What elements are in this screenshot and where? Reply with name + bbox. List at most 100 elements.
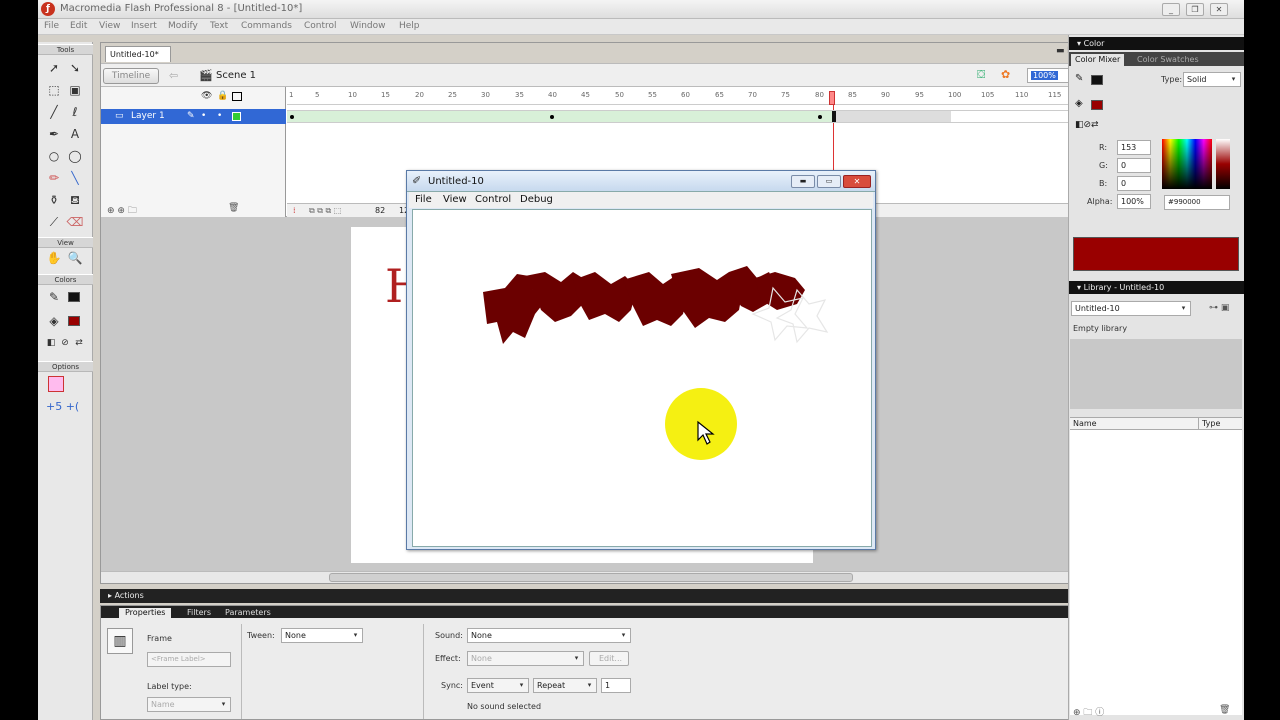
fill-type-select[interactable]: Solid ▾ (1183, 72, 1241, 87)
fill-color-swatch[interactable] (68, 316, 80, 326)
smooth-straighten-icon[interactable]: +5 +( (46, 400, 79, 413)
stroke-color-icon[interactable]: ✎ (45, 288, 63, 306)
layer-outline-swatch[interactable] (232, 112, 241, 121)
player-close-button[interactable]: ✕ (843, 175, 871, 188)
tab-color-swatches[interactable]: Color Swatches (1137, 55, 1199, 64)
lasso-tool-icon[interactable]: ℓ (66, 103, 84, 121)
minimize-button[interactable]: _ (1162, 3, 1180, 16)
subselect-tool-icon[interactable]: ➘ (66, 59, 84, 77)
effect-select[interactable]: None ▾ (467, 651, 584, 666)
tab-color-mixer[interactable]: Color Mixer (1071, 54, 1125, 66)
edit-scene-icon[interactable]: ⛋ (977, 68, 985, 82)
b-input[interactable]: 0 (1117, 176, 1151, 191)
fill-color-icon[interactable]: ◈ (45, 312, 63, 330)
ink-bottle-tool-icon[interactable]: ⚱ (45, 191, 63, 209)
restore-button[interactable]: ❐ (1186, 3, 1204, 16)
text-tool-icon[interactable]: A (66, 125, 84, 143)
library-pin-icon[interactable]: ⊶ ▣ (1209, 303, 1229, 313)
menu-view[interactable]: View (99, 21, 120, 31)
library-trash-icon[interactable]: 🗑 (1219, 705, 1230, 715)
eye-icon[interactable]: 👁 (201, 91, 212, 101)
fill-transform-tool-icon[interactable]: ▣ (66, 81, 84, 99)
oval-tool-icon[interactable]: ○ (45, 147, 63, 165)
player-menu-control[interactable]: Control (475, 194, 511, 205)
sync-select[interactable]: Event ▾ (467, 678, 529, 693)
center-frame-icon[interactable]: ⁞ (293, 206, 296, 215)
layer-row[interactable]: ▭ Layer 1 ✎ • • (101, 109, 286, 124)
back-arrow-icon[interactable]: ⇦ (169, 69, 178, 82)
player-canvas[interactable] (412, 209, 872, 547)
player-menu-view[interactable]: View (443, 194, 467, 205)
player-menu-debug[interactable]: Debug (520, 194, 553, 205)
snap-to-objects-icon[interactable] (48, 376, 64, 392)
hand-tool-icon[interactable]: ✋ (45, 249, 63, 267)
keyframe[interactable] (290, 115, 294, 119)
library-bottom-icons[interactable]: ⊕ 🗀 ⓘ (1073, 705, 1104, 720)
player-minimize-button[interactable]: ▬ (791, 175, 815, 188)
repeat-count-input[interactable]: 1 (601, 678, 631, 693)
repeat-select[interactable]: Repeat ▾ (533, 678, 597, 693)
player-maximize-button[interactable]: ▭ (817, 175, 841, 188)
eyedropper-tool-icon[interactable]: ⟋ (45, 213, 63, 231)
trash-icon[interactable]: 🗑 (228, 203, 239, 213)
pencil-tool-icon[interactable]: ✏ (45, 169, 63, 187)
swatch-tools-icon[interactable]: ◧⊘⇄ (1075, 120, 1099, 130)
rectangle-tool-icon[interactable]: ◯ (66, 147, 84, 165)
free-transform-tool-icon[interactable]: ⬚ (45, 81, 63, 99)
name-column-header[interactable]: Name (1073, 419, 1097, 428)
layer-lock-dot-icon[interactable]: • (217, 109, 222, 124)
menu-help[interactable]: Help (399, 21, 420, 31)
tab-properties[interactable]: Properties (119, 608, 172, 618)
player-menu-file[interactable]: File (415, 194, 432, 205)
menu-edit[interactable]: Edit (70, 21, 87, 31)
arrow-tool-icon[interactable]: ➚ (45, 59, 63, 77)
label-type-select[interactable]: Name ▾ (147, 697, 231, 712)
frame-span[interactable] (836, 111, 951, 122)
tab-filters[interactable]: Filters (181, 608, 217, 618)
menu-text[interactable]: Text (210, 21, 228, 31)
tab-parameters[interactable]: Parameters (219, 608, 277, 618)
edit-sound-button[interactable]: Edit... (589, 651, 629, 666)
color-panel-header[interactable]: ▾ Color (1069, 37, 1244, 50)
alpha-input[interactable]: 100% (1117, 194, 1151, 209)
library-panel-header[interactable]: ▾ Library - Untitled-10 (1069, 281, 1244, 294)
g-input[interactable]: 0 (1117, 158, 1151, 173)
timeline-toggle-button[interactable]: Timeline (103, 68, 159, 84)
menu-insert[interactable]: Insert (131, 21, 157, 31)
library-list[interactable]: Name Type (1070, 417, 1242, 715)
outline-icon[interactable] (232, 92, 242, 101)
edit-symbol-icon[interactable]: ✿ (1001, 68, 1010, 81)
fill-icon[interactable]: ◈ (1075, 98, 1083, 109)
lock-icon[interactable]: 🔒 (217, 91, 228, 101)
fill-swatch[interactable] (1091, 100, 1103, 110)
menu-window[interactable]: Window (350, 21, 386, 31)
document-tab[interactable]: Untitled-10* (105, 46, 171, 62)
zoom-tool-icon[interactable]: 🔍 (66, 249, 84, 267)
actions-panel-header[interactable]: ▸ Actions (100, 589, 1102, 603)
onion-skin-icon[interactable]: ⧉ ⧉ ⧉ ⬚ (309, 206, 341, 216)
type-column-header[interactable]: Type (1202, 419, 1220, 428)
color-spectrum-picker[interactable] (1162, 139, 1212, 189)
r-input[interactable]: 153 (1117, 140, 1151, 155)
layer-visible-dot-icon[interactable]: • (201, 109, 206, 124)
scroll-thumb[interactable] (329, 573, 853, 582)
brightness-slider[interactable] (1216, 139, 1230, 189)
stroke-icon[interactable]: ✎ (1075, 73, 1083, 84)
library-doc-select[interactable]: Untitled-10 ▾ (1071, 301, 1191, 316)
line-tool-icon[interactable]: ╱ (45, 103, 63, 121)
menu-commands[interactable]: Commands (241, 21, 292, 31)
frame-label-input[interactable]: <Frame Label> (147, 652, 231, 667)
pen-tool-icon[interactable]: ✒ (45, 125, 63, 143)
keyframe[interactable] (818, 115, 822, 119)
menu-control[interactable]: Control (304, 21, 337, 31)
brush-tool-icon[interactable]: ╲ (66, 169, 84, 187)
swap-colors-icon[interactable]: ⇄ (70, 334, 88, 352)
paint-bucket-tool-icon[interactable]: ⛾ (66, 191, 84, 209)
menu-modify[interactable]: Modify (168, 21, 198, 31)
menu-file[interactable]: File (44, 21, 59, 31)
horizontal-scrollbar[interactable] (101, 571, 1091, 583)
tween-span[interactable] (287, 111, 832, 122)
hex-input[interactable]: #990000 (1164, 195, 1230, 210)
tween-select[interactable]: None ▾ (281, 628, 363, 643)
keyframe[interactable] (550, 115, 554, 119)
